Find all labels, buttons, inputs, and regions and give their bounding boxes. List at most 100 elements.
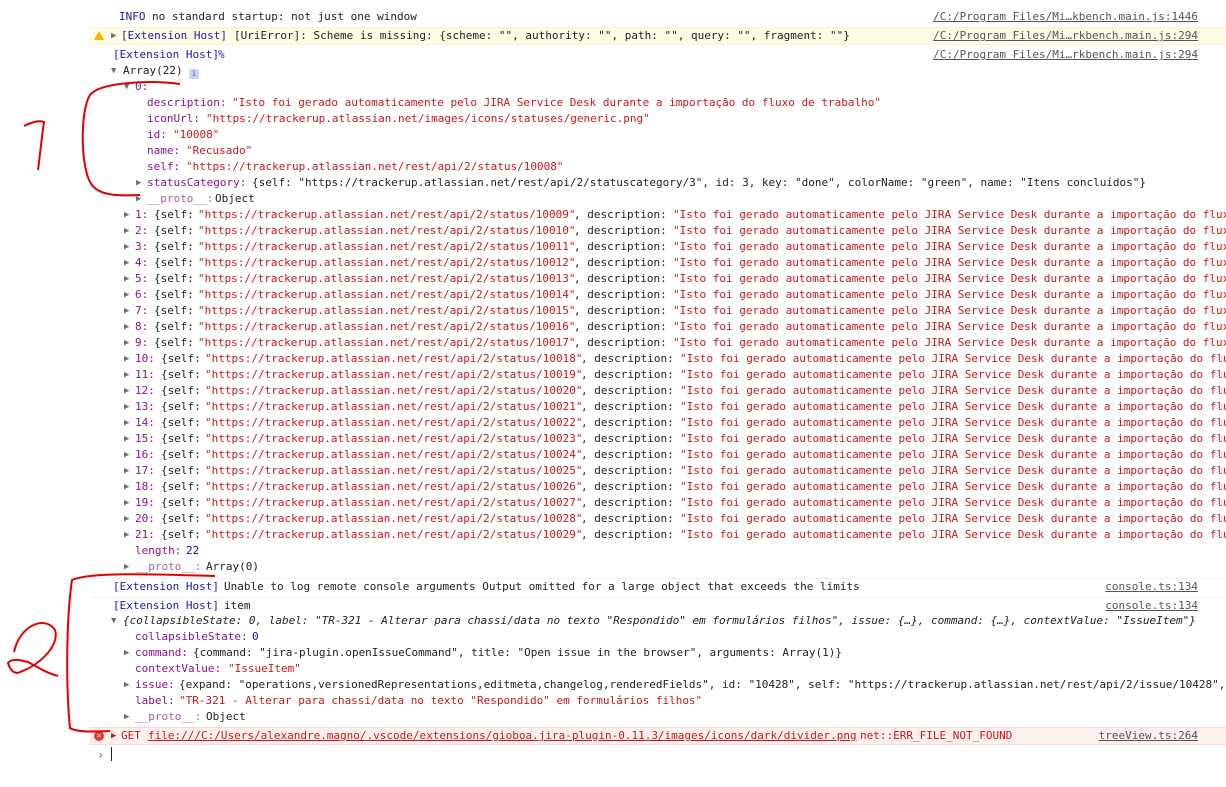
source-link[interactable]: /C:/Program Files/Mi…rkbench.main.js:294 — [933, 28, 1198, 44]
array-item[interactable]: ▶ 2: {self: "https://trackerup.atlassian.n… — [91, 223, 1226, 239]
item-desc-val: "Isto foi gerado automaticamente pelo JI… — [680, 512, 1226, 525]
item-desc-val: "Isto foi gerado automaticamente pelo JI… — [673, 336, 1226, 349]
array-header[interactable]: ▼ Array(22) i — [91, 63, 1226, 79]
item-self: "https://trackerup.atlassian.net/rest/ap… — [198, 240, 576, 253]
message-prefix: [Extension Host] — [113, 48, 219, 61]
item-desc-key: , description: — [581, 432, 674, 445]
array-item[interactable]: ▶ 16: {self: "https://trackerup.atlassian.… — [91, 447, 1226, 463]
item-desc-val: "Isto foi gerado automaticamente pelo JI… — [680, 528, 1226, 541]
message-suffix: % — [218, 48, 225, 61]
error-icon: ✕ — [94, 731, 104, 741]
item-desc-val: "Isto foi gerado automaticamente pelo JI… — [673, 304, 1226, 317]
prop-command[interactable]: ▶ command: {command: "jira-plugin.openIs… — [91, 645, 1226, 661]
item-desc-val: "Isto foi gerado automaticamente pelo JI… — [673, 224, 1226, 237]
array-item[interactable]: ▶ 20: {self: "https://trackerup.atlassian.… — [91, 511, 1226, 527]
item-desc-val: "Isto foi gerado automaticamente pelo JI… — [680, 496, 1226, 509]
array-item[interactable]: ▶ 7: {self: "https://trackerup.atlassian.n… — [91, 303, 1226, 319]
item-desc-val: "Isto foi gerado automaticamente pelo JI… — [673, 288, 1226, 301]
array-length: length: 22 — [135, 544, 200, 557]
array-item[interactable]: ▶ 4: {self: "https://trackerup.atlassian.n… — [91, 255, 1226, 271]
item-index: 5: — [135, 272, 149, 285]
info-icon[interactable]: i — [189, 66, 199, 79]
console-message-log: [Extension Host] item console.ts:134 — [91, 597, 1226, 614]
array-item[interactable]: ▶ 1: {self: "https://trackerup.atlassian.n… — [91, 207, 1226, 223]
item-open: {self: — [161, 352, 201, 365]
item-desc-key: , description: — [581, 512, 674, 525]
console-message-log: [Extension Host] % /C:/Program Files/Mi…… — [91, 47, 1226, 63]
array-item[interactable]: ▶ 19: {self: "https://trackerup.atlassian.… — [91, 495, 1226, 511]
item-index: 17: — [135, 464, 155, 477]
item-desc-val: "Isto foi gerado automaticamente pelo JI… — [680, 480, 1226, 493]
item-desc-val: "Isto foi gerado automaticamente pelo JI… — [673, 208, 1226, 221]
item-self: "https://trackerup.atlassian.net/rest/ap… — [205, 496, 583, 509]
array-item[interactable]: ▶ 8: {self: "https://trackerup.atlassian.n… — [91, 319, 1226, 335]
item-desc-key: , description: — [574, 240, 667, 253]
prop-self: self: "https://trackerup.atlassian.net/r… — [147, 160, 564, 173]
prompt-chevron-icon: › — [97, 748, 105, 762]
item-open: {self: — [154, 304, 194, 317]
item-open: {self: — [154, 256, 194, 269]
error-url[interactable]: file:///C:/Users/alexandre.magno/.vscode… — [148, 728, 857, 744]
console-panel: INFO no standard startup: not just one w… — [0, 0, 1226, 787]
item-index: 12: — [135, 384, 155, 397]
array-item[interactable]: ▶ 14: {self: "https://trackerup.atlassian.… — [91, 415, 1226, 431]
array-item[interactable]: ▶ 10: {self: "https://trackerup.atlassian.… — [91, 351, 1226, 367]
prop-id: id: "10008" — [147, 128, 220, 141]
item-desc-key: , description: — [581, 528, 674, 541]
prop-description: description: "Isto foi gerado automatica… — [147, 96, 882, 109]
item-self: "https://trackerup.atlassian.net/rest/ap… — [198, 272, 576, 285]
prop-issue[interactable]: ▶ issue: {expand: "operations,versionedR… — [91, 677, 1226, 693]
source-link[interactable]: /C:/Program Files/Mi…rkbench.main.js:294 — [933, 47, 1198, 63]
item-open: {self: — [154, 224, 194, 237]
prop-contextvalue: contextValue: "IssueItem" — [135, 662, 301, 675]
array-proto[interactable]: ▶ __proto__: Array(0) — [91, 559, 1226, 575]
item-desc-key: , description: — [574, 336, 667, 349]
item-open: {self: — [154, 208, 194, 221]
item-self: "https://trackerup.atlassian.net/rest/ap… — [198, 288, 576, 301]
array-item[interactable]: ▶ 11: {self: "https://trackerup.atlassian.… — [91, 367, 1226, 383]
array-item[interactable]: ▶ 6: {self: "https://trackerup.atlassian.n… — [91, 287, 1226, 303]
item-open: {self: — [161, 432, 201, 445]
item-desc-val: "Isto foi gerado automaticamente pelo JI… — [673, 256, 1226, 269]
array-item[interactable]: ▶ 15: {self: "https://trackerup.atlassian.… — [91, 431, 1226, 447]
array-item[interactable]: ▶ 3: {self: "https://trackerup.atlassian.n… — [91, 239, 1226, 255]
item-desc-key: , description: — [581, 384, 674, 397]
item-index: 16: — [135, 448, 155, 461]
item-desc-key: , description: — [574, 320, 667, 333]
item-index: 18: — [135, 480, 155, 493]
object-summary[interactable]: ▼ {collapsibleState: 0, label: "TR-321 -… — [91, 613, 1226, 629]
info-level: INFO — [119, 10, 146, 23]
prop-statuscategory[interactable]: ▶ statusCategory: {self: "https://tracke… — [91, 175, 1226, 191]
array-item[interactable]: ▶ 17: {self: "https://trackerup.atlassian.… — [91, 463, 1226, 479]
array-item[interactable]: ▶ 13: {self: "https://trackerup.atlassian.… — [91, 399, 1226, 415]
array-item[interactable]: ▶ 5: {self: "https://trackerup.atlassian.n… — [91, 271, 1226, 287]
item-desc-key: , description: — [581, 480, 674, 493]
item-open: {self: — [161, 512, 201, 525]
source-link[interactable]: /C:/Program Files/Mi…kbench.main.js:1446 — [933, 9, 1198, 25]
collapse-arrow-icon[interactable]: ▼ — [111, 613, 123, 629]
item-desc-key: , description: — [581, 400, 674, 413]
collapse-arrow-icon[interactable]: ▼ — [111, 63, 123, 79]
item-open: {self: — [154, 288, 194, 301]
array-item[interactable]: ▶ 21: {self: "https://trackerup.atlassian.… — [91, 527, 1226, 543]
source-link[interactable]: console.ts:134 — [1105, 579, 1198, 595]
source-link[interactable]: console.ts:134 — [1105, 598, 1198, 614]
item-self: "https://trackerup.atlassian.net/rest/ap… — [198, 336, 576, 349]
source-link[interactable]: treeView.ts:264 — [1099, 728, 1198, 744]
console-message-warning: ▶ [Extension Host] [UriError]: Scheme is… — [89, 27, 1226, 45]
message-prefix: [Extension Host] — [113, 580, 219, 593]
item-self: "https://trackerup.atlassian.net/rest/ap… — [205, 416, 583, 429]
console-input-cursor[interactable] — [111, 747, 112, 761]
item-open: {self: — [161, 368, 201, 381]
message-prefix: [Extension Host] — [121, 29, 227, 42]
array-item[interactable]: ▶ 9: {self: "https://trackerup.atlassian.n… — [91, 335, 1226, 351]
prop-proto[interactable]: ▶ __proto__: Object — [91, 709, 1226, 725]
item-index: 0: — [135, 80, 149, 93]
item-desc-val: "Isto foi gerado automaticamente pelo JI… — [680, 400, 1226, 413]
array-item-0[interactable]: ▼ 0: — [91, 79, 1226, 95]
array-item[interactable]: ▶ 18: {self: "https://trackerup.atlassian.… — [91, 479, 1226, 495]
prop-proto[interactable]: ▶ __proto__: Object — [91, 191, 1226, 207]
item-self: "https://trackerup.atlassian.net/rest/ap… — [198, 224, 576, 237]
item-index: 21: — [135, 528, 155, 541]
array-item[interactable]: ▶ 12: {self: "https://trackerup.atlassian.… — [91, 383, 1226, 399]
